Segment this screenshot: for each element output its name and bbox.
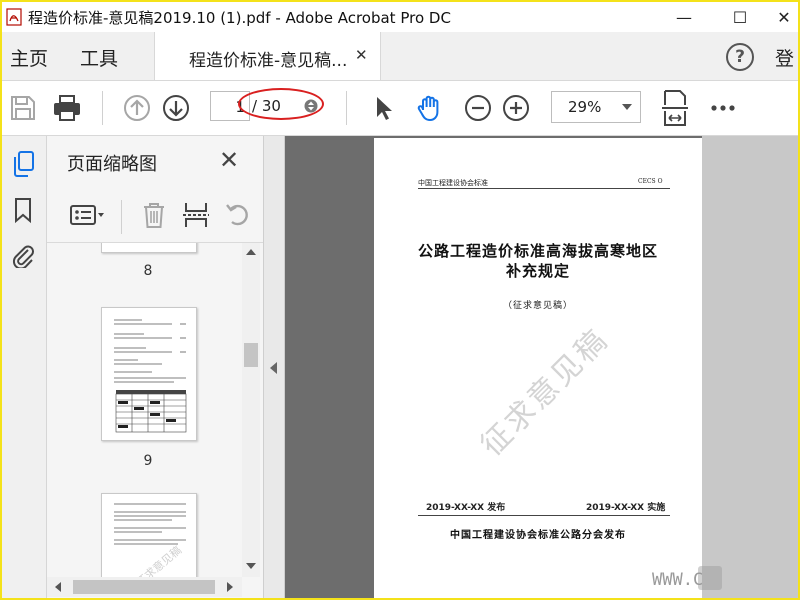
thumbnail-page-number: 9: [143, 453, 153, 469]
chevron-down-icon: [622, 104, 632, 110]
page-header-left: 中国工程建设协会标准: [418, 179, 488, 187]
thumbnail-page-10[interactable]: 征求意见稿: [101, 493, 197, 577]
rotate-icon[interactable]: [223, 200, 253, 230]
scroll-down-arrow-icon[interactable]: [246, 563, 256, 569]
close-window-button[interactable]: ✕: [774, 8, 794, 28]
thumbnail-content: 征求意见稿: [114, 503, 186, 577]
publish-date: 2019-XX-XX 发布: [426, 503, 506, 513]
viewport-right-gutter: [702, 136, 798, 598]
site-watermark-logo: [698, 566, 722, 590]
help-icon[interactable]: ?: [726, 43, 754, 71]
effective-date: 2019-XX-XX 实施: [586, 503, 666, 513]
document-subtitle: （征求意见稿）: [502, 301, 573, 311]
scroll-left-arrow-icon[interactable]: [55, 582, 61, 592]
tools-tab[interactable]: 工具: [80, 44, 118, 71]
thumbnail-page-7[interactable]: [101, 243, 197, 253]
home-tab[interactable]: 主页: [10, 44, 48, 71]
thumbnails-panel: 页面缩略图 ✕ 8 9 征求意见稿: [47, 136, 264, 598]
header-rule: [418, 188, 670, 189]
footer-rule: [418, 515, 670, 516]
zoom-value: 29%: [568, 98, 602, 116]
page-down-icon[interactable]: [161, 93, 191, 123]
document-tab[interactable]: 程造价标准-意见稿... ✕: [154, 32, 381, 80]
minimize-button[interactable]: —: [674, 8, 694, 28]
attachment-icon[interactable]: [10, 240, 36, 268]
thumbnail-list: 8 9 征求意见稿: [47, 243, 242, 577]
zoom-in-icon[interactable]: [501, 93, 531, 123]
maximize-button[interactable]: ☐: [730, 8, 750, 28]
document-title-line2: 补充规定: [505, 262, 570, 280]
title-bar: 程造价标准-意见稿2019.10 (1).pdf - Adobe Acrobat…: [2, 2, 798, 32]
toolbar-separator: [346, 91, 347, 125]
acrobat-app-icon: [6, 8, 22, 26]
main-toolbar: 1 / 30 29%: [2, 81, 798, 136]
tab-bar: 主页 工具 程造价标准-意见稿... ✕ ? 登: [2, 32, 798, 81]
thumbnail-page-number: 8: [143, 263, 153, 279]
window-title: 程造价标准-意见稿2019.10 (1).pdf - Adobe Acrobat…: [28, 9, 451, 27]
scrollbar-thumb[interactable]: [244, 343, 258, 367]
fit-page-icon[interactable]: [660, 89, 690, 127]
zoom-out-icon[interactable]: [463, 93, 493, 123]
thumbnail-horizontal-scrollbar[interactable]: [47, 577, 242, 597]
scrollbar-thumb[interactable]: [73, 580, 215, 594]
close-panel-button[interactable]: ✕: [219, 146, 239, 174]
save-icon[interactable]: [8, 93, 38, 123]
red-annotation-ellipse: [238, 88, 324, 120]
page-header-right: CECS O: [638, 178, 663, 185]
print-icon[interactable]: [52, 93, 82, 123]
trash-icon[interactable]: [139, 200, 169, 230]
collapse-panel-arrow-icon[interactable]: [270, 362, 277, 374]
page-thumbnails-icon[interactable]: [10, 150, 36, 178]
bookmark-icon[interactable]: [10, 196, 36, 224]
page-up-icon[interactable]: [122, 93, 152, 123]
sign-in-button[interactable]: 登: [775, 44, 794, 71]
draft-watermark: 征求意见稿: [474, 321, 616, 464]
thumbnail-vertical-scrollbar[interactable]: [242, 243, 260, 577]
toolbar-separator: [102, 91, 103, 125]
panel-separator: [121, 200, 122, 234]
panel-splitter[interactable]: [264, 136, 285, 598]
options-menu-icon[interactable]: [69, 200, 107, 230]
scroll-right-arrow-icon[interactable]: [227, 582, 233, 592]
close-tab-button[interactable]: ✕: [355, 46, 368, 64]
zoom-select[interactable]: 29%: [551, 91, 641, 123]
svg-text:征求意见稿: 征求意见稿: [133, 543, 184, 577]
document-title-line1: 公路工程造价标准高海拔高寒地区: [417, 242, 658, 260]
hand-icon[interactable]: [415, 93, 445, 123]
select-arrow-icon[interactable]: [368, 93, 398, 123]
scroll-up-arrow-icon[interactable]: [246, 249, 256, 255]
document-tab-label: 程造价标准-意见稿...: [189, 51, 348, 71]
site-watermark-text: WWW.C: [652, 570, 704, 590]
navigation-rail: [2, 136, 47, 598]
insert-page-icon[interactable]: [181, 200, 211, 230]
thumbnail-page-9[interactable]: [101, 307, 197, 441]
panel-title: 页面缩略图: [67, 154, 157, 175]
publisher-line: 中国工程建设协会标准公路分会发布: [450, 530, 626, 541]
document-page[interactable]: 中国工程建设协会标准 CECS O 公路工程造价标准高海拔高寒地区 补充规定 （…: [374, 138, 702, 598]
panel-toolbar: [47, 192, 263, 243]
thumbnail-content: [114, 319, 187, 433]
more-icon[interactable]: [708, 93, 738, 123]
